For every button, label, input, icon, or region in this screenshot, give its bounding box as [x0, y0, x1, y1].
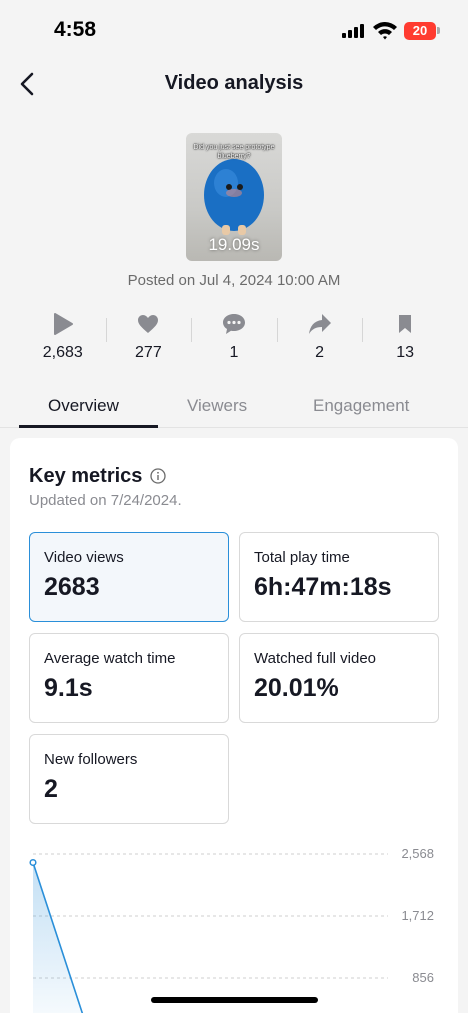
y-tick-label: 1,712 — [401, 908, 434, 923]
header: Video analysis — [0, 60, 468, 108]
y-tick-label: 2,568 — [401, 846, 434, 861]
tab-underline — [19, 425, 158, 428]
battery-tip — [437, 27, 440, 34]
tab-overview[interactable]: Overview — [48, 396, 119, 416]
comment-icon — [222, 314, 245, 334]
stat-comments: 1 — [191, 310, 277, 370]
heart-icon — [138, 315, 159, 333]
stat-saves: 13 — [362, 310, 448, 370]
share-icon — [308, 314, 331, 334]
video-duration: 19.09s — [208, 235, 260, 254]
metric-new-followers[interactable]: New followers 2 — [29, 734, 229, 824]
chart-point — [29, 858, 37, 867]
status-bar: 4:58 20 — [0, 0, 468, 60]
home-indicator — [151, 997, 318, 1003]
stat-shares: 2 — [276, 310, 363, 370]
metric-value: 20.01% — [254, 674, 339, 702]
battery-level: 20 — [412, 23, 428, 38]
battery-icon: 20 — [404, 22, 436, 40]
metric-value: 6h:47m:18s — [254, 573, 392, 601]
metric-average-watch-time[interactable]: Average watch time 9.1s — [29, 633, 229, 723]
y-tick-label: 856 — [412, 970, 434, 985]
key-metrics-title: Key metrics — [29, 465, 143, 487]
wifi-icon — [373, 22, 397, 40]
bookmark-icon — [399, 315, 412, 333]
signal-icon — [342, 24, 366, 38]
tab-bar: Overview Viewers Engagement — [0, 390, 468, 428]
stat-value: 2 — [315, 344, 325, 361]
stats-row: 2,683 277 1 2 13 — [20, 310, 448, 370]
stat-value: 2,683 — [42, 344, 83, 361]
metric-watched-full-video[interactable]: Watched full video 20.01% — [239, 633, 439, 723]
tab-viewers[interactable]: Viewers — [187, 396, 247, 416]
video-caption: Did you just see prototype blueberry? — [193, 144, 275, 160]
play-icon — [53, 313, 73, 335]
info-icon[interactable] — [150, 468, 166, 484]
updated-date: Updated on 7/24/2024. — [29, 492, 182, 509]
stat-value: 1 — [229, 344, 239, 361]
metric-label: Average watch time — [44, 650, 176, 667]
stat-likes: 277 — [105, 310, 192, 370]
metric-label: Total play time — [254, 549, 350, 566]
metric-label: New followers — [44, 751, 138, 768]
metric-label: Watched full video — [254, 650, 377, 667]
views-chart: 2,568 1,712 856 — [29, 846, 434, 1013]
posted-date: Posted on Jul 4, 2024 10:00 AM — [127, 272, 341, 289]
metric-value: 9.1s — [44, 674, 93, 702]
tab-engagement[interactable]: Engagement — [313, 396, 409, 416]
video-thumbnail[interactable]: Did you just see prototype blueberry? 19… — [186, 133, 282, 261]
metric-value: 2 — [44, 775, 58, 803]
metric-value: 2683 — [44, 573, 100, 601]
metric-label: Video views — [44, 549, 124, 566]
page-title: Video analysis — [164, 72, 304, 94]
stat-plays: 2,683 — [20, 310, 106, 370]
metric-video-views[interactable]: Video views 2683 — [29, 532, 229, 622]
stat-value: 13 — [396, 344, 415, 361]
metric-total-play-time[interactable]: Total play time 6h:47m:18s — [239, 532, 439, 622]
stat-value: 277 — [135, 344, 162, 361]
status-time: 4:58 — [54, 18, 97, 41]
